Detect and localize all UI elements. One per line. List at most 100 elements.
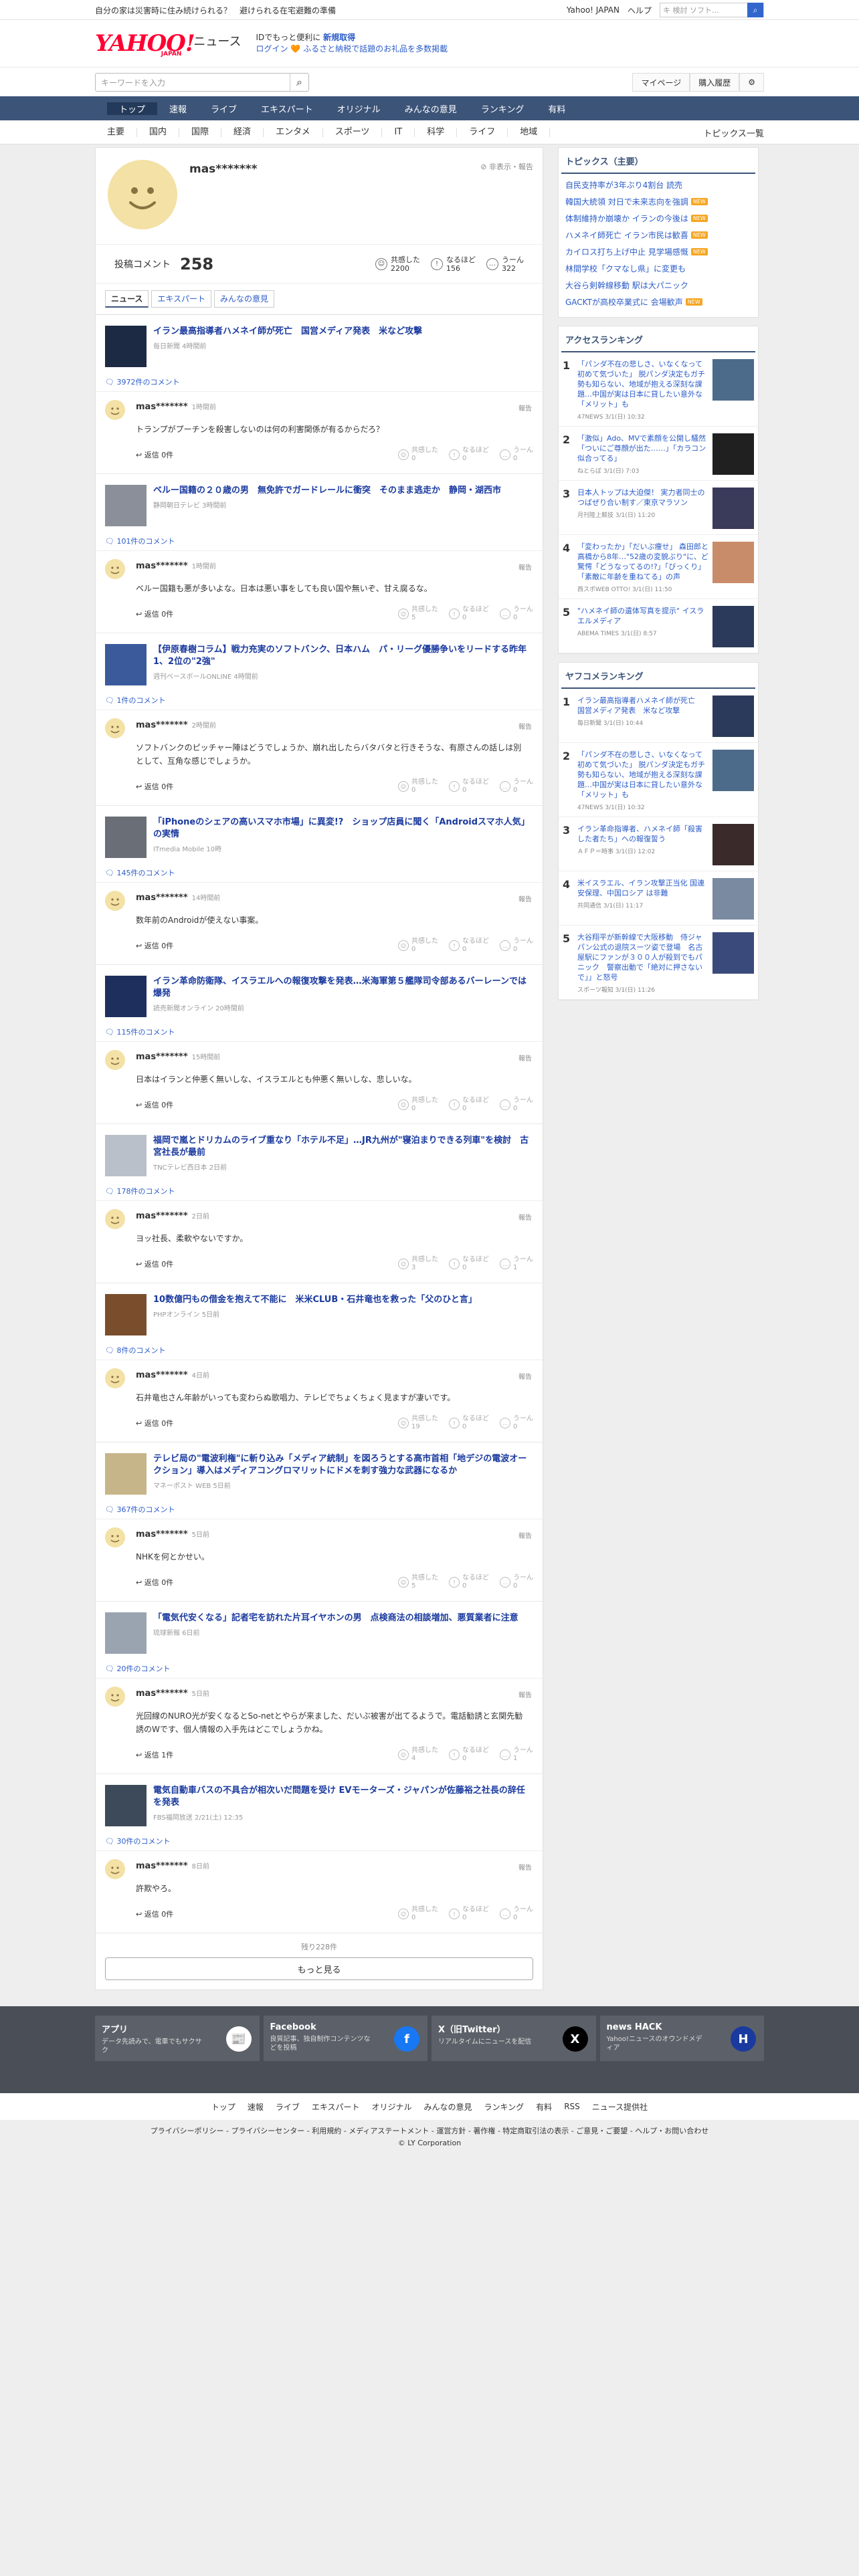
nav-item[interactable]: みんなの意見 bbox=[393, 102, 469, 115]
footer-nav-item[interactable]: トップ bbox=[211, 2101, 235, 2113]
article-link[interactable]: 10数億円もの借金を抱えて不能に 米米CLUB・石井竜也を救った「父のひと言」 P… bbox=[96, 1283, 543, 1335]
ranking-item[interactable]: 2 「激似」Ado、MVで素顔を公開し騒然「ついにご尊顔が出た……」「カラコン似合… bbox=[559, 427, 758, 481]
category-item[interactable]: ライフ bbox=[457, 128, 508, 137]
footer-nav-item[interactable]: 速報 bbox=[248, 2101, 264, 2113]
footer-nav-item[interactable]: 有料 bbox=[536, 2101, 552, 2113]
nav-item[interactable]: 速報 bbox=[157, 102, 199, 115]
insight-button[interactable]: ! なるほど 0 bbox=[449, 447, 489, 463]
footer-card[interactable]: news HACK Yahoo!ニュースのオウンドメディア H bbox=[599, 2016, 764, 2061]
hmm-button[interactable]: … うーん 0 bbox=[500, 1097, 533, 1113]
comment-count-link[interactable]: 🗨 1件のコメント bbox=[96, 685, 543, 710]
ranking-item[interactable]: 1 「パンダ不在の悲しさ、いなくなって初めて気づいた」 脱パンダ決定もガチ勢も知ら… bbox=[559, 352, 758, 427]
keyword-input[interactable]: キーワードを入力 bbox=[96, 77, 290, 88]
hmm-button[interactable]: … うーん 0 bbox=[500, 1415, 533, 1431]
article-title[interactable]: イラン革命防衛隊、イスラエルへの報復攻撃を発表…米海軍第５艦隊司令部あるバーレー… bbox=[153, 976, 533, 1000]
category-item[interactable]: 経済 bbox=[221, 128, 264, 137]
comment-count-link[interactable]: 🗨 145件のコメント bbox=[96, 858, 543, 883]
comment-count-link[interactable]: 🗨 178件のコメント bbox=[96, 1176, 543, 1201]
tab-opinion[interactable]: みんなの意見 bbox=[214, 290, 275, 308]
report-link[interactable]: 報告 bbox=[518, 562, 532, 572]
footer-card[interactable]: アプリ データ先読みで、電車でもサクサク 📰 bbox=[95, 2016, 260, 2061]
furusato-link[interactable]: ふるさと納税で話題のお礼品を多数掲載 bbox=[303, 44, 448, 53]
article-title[interactable]: 10数億円もの借金を抱えて不能に 米米CLUB・石井竜也を救った「父のひと言」 bbox=[153, 1294, 477, 1306]
hmm-button[interactable]: … うーん 1 bbox=[500, 1256, 533, 1272]
topic-item[interactable]: カイロス打ち上げ中止 見学場感慨 NEW bbox=[565, 243, 751, 260]
reply-button[interactable]: ↩ 返信 0件 bbox=[136, 1577, 173, 1588]
hide-report-link[interactable]: ⊘ 非表示・報告 bbox=[480, 161, 533, 172]
ranking-item[interactable]: 4 「変わったか」「だいぶ痩せ」 森田郎と高橋から8年…"52歳の変貌ぶり"に、ど… bbox=[559, 535, 758, 599]
empathy-button[interactable]: ☺ 共感した 0 bbox=[398, 1906, 438, 1922]
reply-button[interactable]: ↩ 返信 0件 bbox=[136, 1259, 173, 1269]
insight-button[interactable]: ! なるほど 0 bbox=[449, 1906, 489, 1922]
report-link[interactable]: 報告 bbox=[518, 1689, 532, 1699]
article-link[interactable]: イラン最高指導者ハメネイ師が死亡 国営メディア発表 米など攻撃 毎日新聞 4時間前 bbox=[96, 315, 543, 367]
hmm-button[interactable]: … うーん 0 bbox=[500, 1574, 533, 1590]
footer-nav-item[interactable]: みんなの意見 bbox=[424, 2101, 472, 2113]
insight-button[interactable]: ! なるほど 0 bbox=[449, 1256, 489, 1272]
footer-nav-item[interactable]: オリジナル bbox=[372, 2101, 412, 2113]
insight-button[interactable]: ! なるほど 0 bbox=[449, 1747, 489, 1763]
policy-links[interactable]: プライバシーポリシー - プライバシーセンター - 利用規約 - メディアステー… bbox=[0, 2125, 859, 2137]
footer-nav-item[interactable]: RSS bbox=[564, 2102, 580, 2111]
ranking-item[interactable]: 3 日本人トップは大迫傑！ 実力者同士のつばぜり合い制す／東京マラソン 月刊陸上競技… bbox=[559, 481, 758, 535]
topic-item[interactable]: 韓国大統領 対日で未来志向を強調 NEW bbox=[565, 193, 751, 210]
comment-count-link[interactable]: 🗨 101件のコメント bbox=[96, 526, 543, 551]
report-link[interactable]: 報告 bbox=[518, 403, 532, 413]
article-title[interactable]: 「iPhoneのシェアの高いスマホ市場」に異変!? ショップ店員に聞く「Andr… bbox=[153, 817, 533, 841]
article-link[interactable]: 福岡で嵐とドリカムのライブ重なり「ホテル不足」…JR九州が"寝泊まりできる列車"… bbox=[96, 1124, 543, 1176]
article-title[interactable]: 電気自動車バスの不具合が相次いだ問題を受け EVモーターズ・ジャパンが佐藤裕之社… bbox=[153, 1785, 533, 1809]
web-search-input[interactable]: キ 検討 ソフト... bbox=[660, 5, 747, 15]
category-item[interactable]: 科学 bbox=[415, 128, 458, 137]
comment-count-link[interactable]: 🗨 367件のコメント bbox=[96, 1495, 543, 1519]
article-title[interactable]: 【伊原春樹コラム】戦力充実のソフトバンク、日本ハム パ・リーグ優勝争いをリードす… bbox=[153, 644, 533, 668]
reply-button[interactable]: ↩ 返信 0件 bbox=[136, 449, 173, 460]
empathy-button[interactable]: ☺ 共感した 0 bbox=[398, 938, 438, 954]
article-link[interactable]: テレビ局の"電波利権"に斬り込み「メディア統制」を図ろうとする高市首相「地デジの… bbox=[96, 1442, 543, 1495]
article-title[interactable]: テレビ局の"電波利権"に斬り込み「メディア統制」を図ろうとする高市首相「地デジの… bbox=[153, 1453, 533, 1477]
topic-item[interactable]: ハメネイ師死亡 イラン市民は歓喜 NEW bbox=[565, 227, 751, 243]
article-link[interactable]: 「iPhoneのシェアの高いスマホ市場」に異変!? ショップ店員に聞く「Andr… bbox=[96, 806, 543, 858]
topics-list-link[interactable]: トピックス一覧 bbox=[703, 126, 764, 139]
reply-button[interactable]: ↩ 返信 0件 bbox=[136, 1099, 173, 1110]
ranking-item[interactable]: 4 米イスラエル、イラン攻撃正当化 国連安保理、中国ロシア は非難 共同通信 3/1… bbox=[559, 871, 758, 926]
signup-link[interactable]: 新規取得 bbox=[323, 33, 355, 42]
footer-nav-item[interactable]: ライブ bbox=[276, 2101, 300, 2113]
category-item[interactable]: 地域 bbox=[508, 128, 551, 137]
reply-button[interactable]: ↩ 返信 0件 bbox=[136, 940, 173, 951]
category-item[interactable]: 国内 bbox=[137, 128, 180, 137]
insight-button[interactable]: ! なるほど 0 bbox=[449, 606, 489, 622]
comment-count-link[interactable]: 🗨 3972件のコメント bbox=[96, 367, 543, 392]
article-title[interactable]: 福岡で嵐とドリカムのライブ重なり「ホテル不足」…JR九州が"寝泊まりできる列車"… bbox=[153, 1135, 533, 1159]
top-notice[interactable]: 自分の家は災害時に住み続けられる？ 避けられる在宅避難の準備 bbox=[95, 5, 567, 16]
insight-button[interactable]: ! なるほど 0 bbox=[449, 778, 489, 794]
topic-item[interactable]: 大谷ら剣幹線移動 駅は大パニック bbox=[565, 277, 751, 294]
comment-count-link[interactable]: 🗨 8件のコメント bbox=[96, 1335, 543, 1360]
hmm-button[interactable]: … うーん 0 bbox=[500, 1906, 533, 1922]
empathy-button[interactable]: ☺ 共感した 3 bbox=[398, 1256, 438, 1272]
search-icon[interactable]: ⌕ bbox=[747, 3, 763, 17]
report-link[interactable]: 報告 bbox=[518, 1053, 532, 1063]
web-search[interactable]: キ 検討 ソフト... ⌕ bbox=[660, 3, 764, 17]
footer-card[interactable]: X（旧Twitter） リアルタイムにニュースを配信 X bbox=[432, 2016, 596, 2061]
nav-item[interactable]: ライブ bbox=[199, 102, 249, 115]
report-link[interactable]: 報告 bbox=[518, 721, 532, 731]
category-item[interactable]: IT bbox=[382, 128, 415, 137]
nav-item[interactable]: ランキング bbox=[469, 102, 537, 115]
category-item[interactable]: エンタメ bbox=[264, 128, 323, 137]
empathy-button[interactable]: ☺ 共感した 0 bbox=[398, 778, 438, 794]
hmm-button[interactable]: … うーん 0 bbox=[500, 778, 533, 794]
reply-button[interactable]: ↩ 返信 0件 bbox=[136, 1909, 173, 1919]
empathy-button[interactable]: ☺ 共感した 5 bbox=[398, 606, 438, 622]
comment-count-link[interactable]: 🗨 20件のコメント bbox=[96, 1654, 543, 1679]
reply-button[interactable]: ↩ 返信 0件 bbox=[136, 1418, 173, 1428]
ranking-item[interactable]: 5 "ハメネイ師の遺体写真を提示" イスラエルメディア ABEMA TIMES 3/… bbox=[559, 599, 758, 653]
news-label[interactable]: ニュース bbox=[193, 32, 241, 49]
topic-item[interactable]: 体制維持か崩壊か イランの今後は NEW bbox=[565, 210, 751, 227]
mypage-button[interactable]: マイページ bbox=[632, 73, 690, 92]
empathy-button[interactable]: ☺ 共感した 19 bbox=[398, 1415, 438, 1431]
reply-button[interactable]: ↩ 返信 0件 bbox=[136, 781, 173, 792]
empathy-button[interactable]: ☺ 共感した 0 bbox=[398, 1097, 438, 1113]
category-item[interactable]: 国際 bbox=[179, 128, 222, 137]
comment-count-link[interactable]: 🗨 30件のコメント bbox=[96, 1826, 543, 1851]
insight-button[interactable]: ! なるほど 0 bbox=[449, 1574, 489, 1590]
